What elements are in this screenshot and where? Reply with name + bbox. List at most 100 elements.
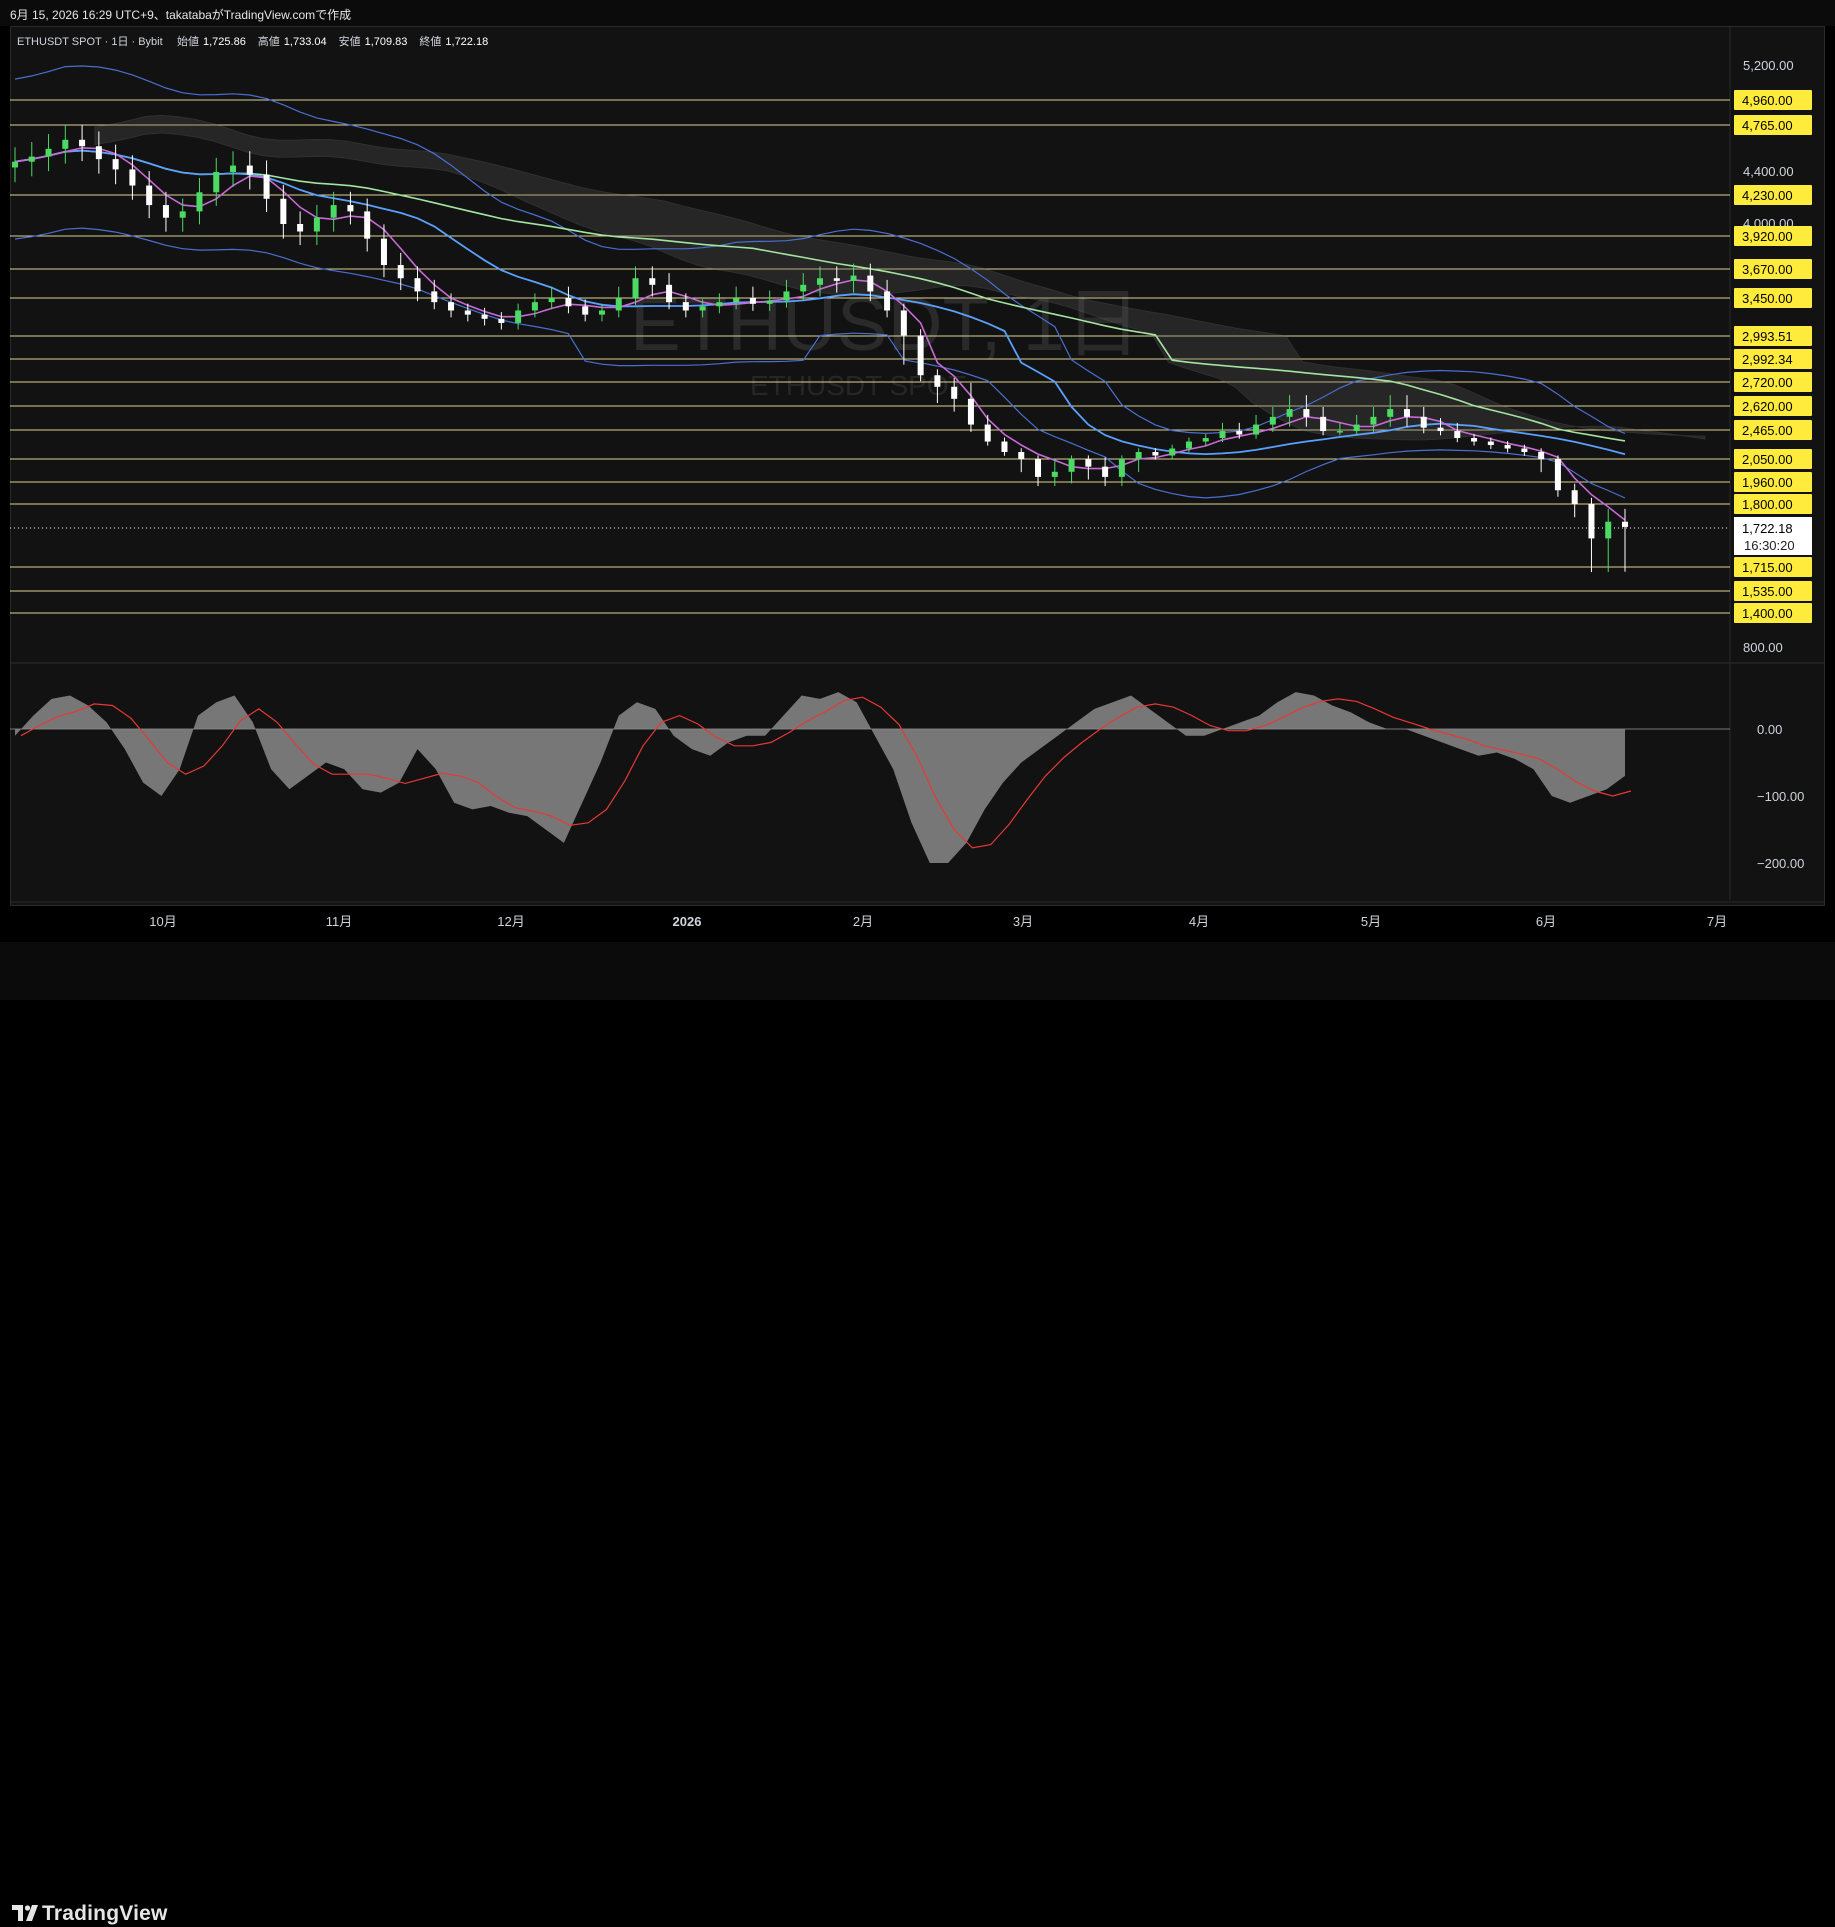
candle-body	[1185, 441, 1192, 449]
macd-histogram	[15, 692, 1625, 863]
candle-body	[1051, 471, 1058, 477]
tradingview-logo[interactable]: TradingView	[12, 1902, 168, 1926]
candle-body	[900, 310, 907, 336]
price-tick: 800.00	[1743, 640, 1783, 655]
candle-body	[1135, 452, 1142, 459]
candle-body	[1504, 445, 1511, 449]
candle-body	[1320, 416, 1327, 432]
candle-body	[297, 224, 304, 232]
candle-body	[1554, 459, 1561, 491]
candle-body	[380, 238, 387, 266]
candle-body	[1018, 452, 1025, 459]
candle-body	[1169, 448, 1176, 456]
price-tick: 4,400.00	[1743, 164, 1794, 179]
time-tick: 6月	[1536, 914, 1556, 929]
candle-body	[1336, 431, 1343, 433]
candle-body	[397, 265, 404, 279]
candle-body	[984, 424, 991, 442]
candle-body	[699, 306, 706, 311]
candle-body	[179, 211, 186, 218]
legend-low: 1,709.83	[365, 36, 408, 48]
candle-body	[62, 139, 69, 149]
candle-body	[884, 291, 891, 311]
candle-body	[1236, 431, 1243, 435]
candle-body	[1085, 459, 1092, 467]
candle-body	[1269, 416, 1276, 425]
level-badge-label: 2,993.51	[1742, 329, 1793, 344]
candle-body	[733, 298, 740, 303]
candle-body	[112, 159, 119, 170]
candle-body	[749, 298, 756, 304]
legend-close-label: 終値	[419, 34, 441, 48]
candle-body	[213, 172, 220, 193]
price-chart[interactable]: ETHUSDT, 1日ETHUSDT SPOTETHUSDT SPOT · 1日…	[0, 0, 1835, 942]
candle-body	[162, 205, 169, 218]
time-tick: 11月	[326, 914, 353, 929]
candle-body	[817, 278, 823, 285]
legend-high-label: 高値	[258, 34, 280, 48]
macd-tick: −100.00	[1757, 789, 1804, 804]
candle-body	[1605, 521, 1612, 539]
candle-body	[481, 314, 488, 319]
legend-symbol: ETHUSDT SPOT · 1日 · Bybit	[17, 36, 163, 48]
candle-body	[783, 291, 790, 301]
level-badge-label: 3,670.00	[1742, 262, 1793, 277]
candle-body	[1102, 466, 1109, 477]
level-badge-label: 1,535.00	[1742, 584, 1793, 599]
brand-name: TradingView	[42, 1902, 168, 1925]
candle-body	[1487, 441, 1494, 446]
candle-body	[1420, 416, 1427, 428]
watermark-subtitle: ETHUSDT SPOT	[750, 370, 966, 401]
candle-body	[515, 310, 522, 323]
level-badge-label: 2,465.00	[1742, 423, 1793, 438]
tradingview-logo-icon	[12, 1903, 38, 1921]
legend-open: 1,725.86	[203, 36, 246, 48]
legend-high: 1,733.04	[284, 36, 327, 48]
candle-body	[1521, 448, 1528, 453]
candle-body	[598, 310, 605, 315]
candle-body	[146, 185, 153, 206]
macd-tick: −200.00	[1757, 856, 1804, 871]
level-badge-label: 4,960.00	[1742, 93, 1793, 108]
time-tick: 7月	[1707, 914, 1727, 929]
candle-body	[1035, 459, 1042, 477]
macd-tick: 0.00	[1757, 722, 1782, 737]
candle-body	[649, 278, 656, 285]
candle-body	[1286, 409, 1293, 417]
candle-body	[716, 302, 723, 307]
candle-body	[364, 211, 371, 239]
candle-body	[850, 275, 857, 281]
time-tick: 4月	[1189, 914, 1209, 929]
candle-body	[12, 161, 18, 168]
candle-body	[766, 300, 773, 304]
candle-body	[1303, 409, 1310, 417]
candle-body	[1571, 490, 1578, 504]
legend-close: 1,722.18	[445, 36, 488, 48]
candle-body	[1588, 504, 1595, 539]
candle-body	[1622, 521, 1628, 527]
candle-body	[280, 198, 287, 224]
candle-body	[615, 298, 622, 311]
candle-body	[498, 318, 505, 323]
candle-body	[464, 310, 471, 315]
candle-body	[263, 174, 270, 199]
candle-body	[917, 335, 924, 376]
candle-body	[666, 284, 673, 303]
candle-body	[800, 284, 807, 292]
candle-body	[230, 165, 237, 172]
level-badge-label: 1,715.00	[1742, 560, 1793, 575]
candle-body	[1471, 438, 1478, 442]
candle-body	[414, 278, 421, 292]
time-tick: 3月	[1013, 914, 1033, 929]
level-badge-label: 1,800.00	[1742, 497, 1793, 512]
candle-body	[1118, 459, 1125, 477]
time-tick: 5月	[1361, 914, 1381, 929]
candle-body	[531, 302, 538, 311]
level-badge-label: 2,050.00	[1742, 452, 1793, 467]
price-tick: 5,200.00	[1743, 58, 1794, 73]
candle-body	[79, 139, 86, 147]
candle-body	[1068, 459, 1075, 472]
candle-body	[967, 398, 974, 425]
countdown-label: 16:30:20	[1744, 538, 1795, 553]
candle-body	[951, 386, 958, 399]
